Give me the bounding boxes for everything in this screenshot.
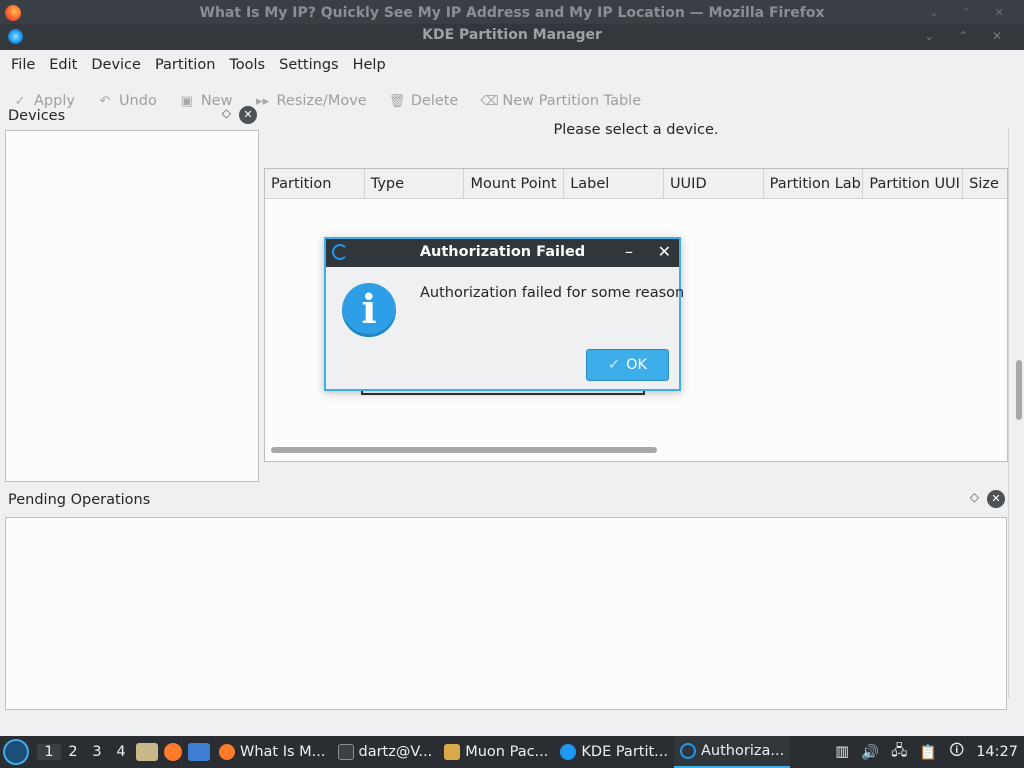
devices-panel: Devices ◇ ✕ (3, 102, 261, 484)
menu-file[interactable]: File (4, 57, 42, 73)
menu-device[interactable]: Device (84, 57, 148, 73)
column-header-mount-point[interactable]: Mount Point (464, 169, 565, 199)
file-manager-icon[interactable] (136, 743, 158, 761)
menu-partition[interactable]: Partition (148, 57, 222, 73)
float-panel-icon[interactable]: ◇ (970, 490, 979, 504)
devices-panel-title: Devices (8, 108, 66, 124)
desktop-4[interactable]: 4 (109, 744, 133, 760)
menu-tools[interactable]: Tools (222, 57, 272, 73)
desktop-show-icon[interactable] (188, 743, 210, 761)
window-buttons[interactable]: ⌄ ⌃ ✕ (924, 29, 1012, 43)
task-muon[interactable]: Muon Pac... (438, 736, 554, 768)
dialog-message: Authorization failed for some reason (420, 285, 685, 301)
dialog-titlebar[interactable]: Authorization Failed – ✕ (326, 239, 679, 267)
ok-button[interactable]: ✓ OK (586, 349, 669, 381)
float-panel-icon[interactable]: ◇ (222, 106, 231, 120)
pending-operations-list[interactable] (5, 517, 1007, 710)
system-tray: ▥ 🔊 🖧 📋 🛈 14:27 (829, 740, 1024, 765)
volume-icon[interactable]: 🔊 (861, 744, 879, 761)
column-header-type[interactable]: Type (365, 169, 465, 199)
right-panel-edge (1008, 128, 1024, 698)
task-kde-partition-manager[interactable]: KDE Partit... (554, 736, 674, 768)
application-menu-icon[interactable] (3, 739, 29, 765)
pending-operations-panel: Pending Operations ◇ ✕ (3, 486, 1009, 712)
notifications-icon[interactable]: 🛈 (949, 740, 964, 765)
pending-operations-title: Pending Operations (8, 492, 151, 508)
devices-panel-header: Devices ◇ ✕ (3, 102, 261, 130)
terminal-icon (337, 744, 354, 760)
ok-label: OK (626, 357, 648, 373)
close-panel-icon[interactable]: ✕ (987, 490, 1005, 508)
close-panel-icon[interactable]: ✕ (239, 106, 257, 124)
desktop-3[interactable]: 3 (85, 744, 109, 760)
firefox-window-title: What Is My IP? Quickly See My IP Address… (199, 5, 825, 21)
firefox-icon (219, 744, 235, 760)
task-firefox[interactable]: What Is M... (213, 736, 332, 768)
column-header-partition-uuid[interactable]: Partition UUI (863, 169, 964, 199)
task-terminal[interactable]: dartz@V... (332, 736, 439, 768)
desktop-2[interactable]: 2 (61, 744, 85, 760)
menu-edit[interactable]: Edit (42, 57, 84, 73)
task-authorization-label: Authoriza... (701, 743, 785, 759)
column-header-size[interactable]: Size (963, 169, 1007, 199)
clipboard-icon[interactable]: 📋 (919, 744, 937, 761)
column-header-partition[interactable]: Partition (265, 169, 365, 199)
task-authorization[interactable]: Authoriza... (674, 736, 791, 768)
partition-manager-icon (560, 744, 577, 760)
vertical-scrollbar[interactable] (1016, 360, 1022, 420)
network-icon[interactable]: 🖧 (891, 740, 907, 765)
firefox-launcher-icon[interactable] (164, 743, 182, 761)
menu-help[interactable]: Help (346, 57, 393, 73)
column-header-partition-label[interactable]: Partition Lab (764, 169, 864, 199)
close-icon[interactable]: ✕ (658, 242, 671, 261)
menubar: File Edit Device Partition Tools Setting… (0, 50, 1024, 80)
package-manager-icon (444, 744, 461, 760)
authorization-icon (680, 743, 697, 759)
column-header-uuid[interactable]: UUID (664, 169, 764, 199)
desktop-1[interactable]: 1 (37, 744, 61, 760)
firefox-window-buttons[interactable]: ⌄ ⌃ ✕ (929, 6, 1014, 19)
task-terminal-label: dartz@V... (358, 744, 433, 760)
window-titlebar[interactable]: KDE Partition Manager ⌄ ⌃ ✕ (0, 24, 1024, 50)
authorization-failed-dialog: Authorization Failed – ✕ i Authorization… (324, 237, 685, 391)
pending-operations-header: Pending Operations ◇ ✕ (3, 486, 1009, 514)
taskbar: 1 2 3 4 What Is M... dartz@V... Muon Pac… (0, 736, 1024, 768)
task-muon-label: Muon Pac... (465, 744, 549, 760)
devices-list[interactable] (5, 130, 259, 482)
information-icon: i (342, 283, 396, 337)
updates-icon[interactable]: ▥ (835, 744, 849, 760)
minimize-icon[interactable]: – (625, 242, 633, 261)
menu-settings[interactable]: Settings (272, 57, 345, 73)
firefox-window-titlebar[interactable]: What Is My IP? Quickly See My IP Address… (0, 0, 1024, 26)
task-firefox-label: What Is M... (240, 744, 326, 760)
checkmark-icon: ✓ (607, 357, 621, 373)
select-device-message: Please select a device. (553, 122, 719, 138)
horizontal-scrollbar[interactable] (271, 447, 657, 453)
clock[interactable]: 14:27 (976, 744, 1018, 760)
window-title: KDE Partition Manager (422, 27, 602, 43)
task-kde-partition-label: KDE Partit... (581, 744, 669, 760)
partition-table-header: Partition Type Mount Point Label UUID Pa… (265, 169, 1007, 199)
column-header-label[interactable]: Label (564, 169, 664, 199)
